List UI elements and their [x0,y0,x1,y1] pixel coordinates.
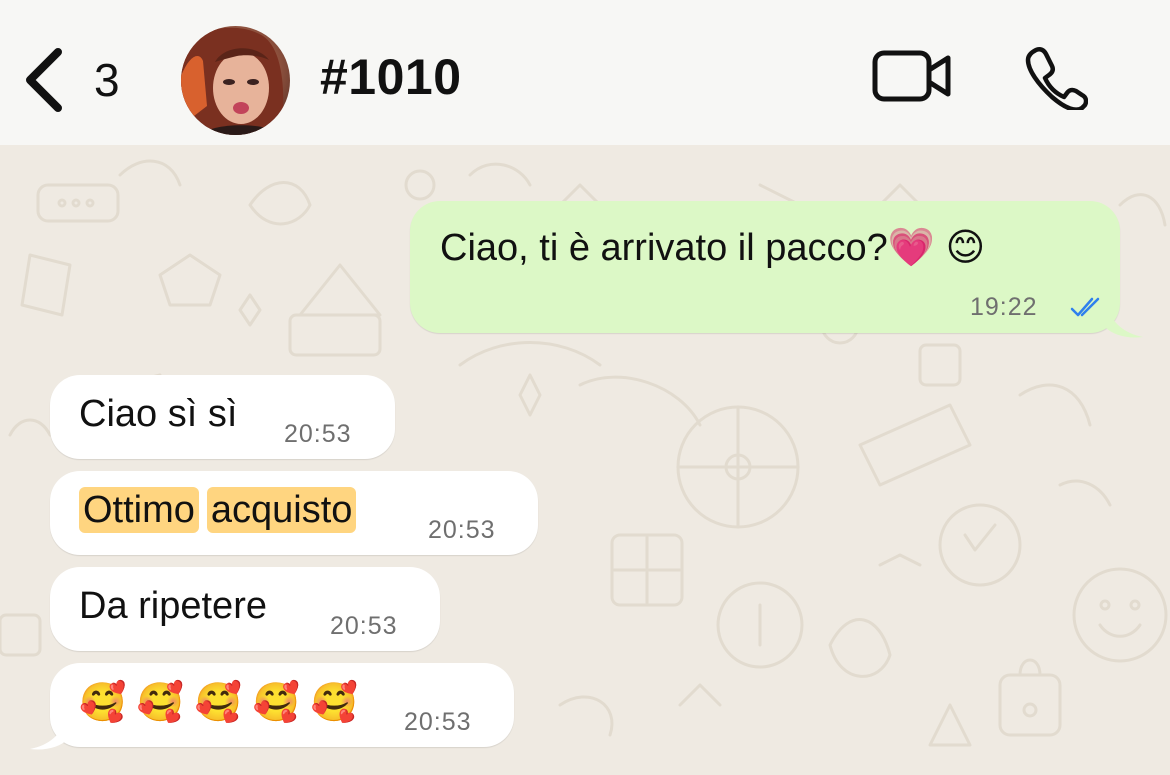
voice-call-button[interactable] [1022,44,1089,112]
video-camera-icon [870,50,954,108]
outgoing-bubble-tail [1105,305,1143,338]
message-time: 20:53 [428,516,496,544]
message-time: 20:53 [404,708,472,736]
incoming-message[interactable]: Da ripetere 20:53 [50,567,440,651]
chevron-left-icon [18,40,68,120]
message-time: 20:53 [284,420,352,448]
chat-header: 3 #1010 [0,0,1170,145]
incoming-bubble-tail [30,717,68,750]
phone-icon [1022,46,1089,114]
incoming-message[interactable]: 🥰 🥰 🥰 🥰 🥰 20:53 [50,663,514,747]
message-time: 19:22 [970,293,1038,321]
double-check-icon [1070,295,1104,319]
avatar[interactable] [181,26,290,135]
message-text: Ciao sì sì [79,393,238,435]
back-button[interactable]: 3 [18,40,138,120]
incoming-message[interactable]: Ciao sì sì 20:53 [50,375,395,459]
message-time: 20:53 [330,612,398,640]
highlighted-word: Ottimo [79,487,199,533]
message-text: 🥰 🥰 🥰 🥰 🥰 [79,682,358,724]
message-text: Ciao, ti è arrivato il pacco?💗 😊 [440,227,986,269]
chat-title[interactable]: #1010 [320,48,462,106]
highlighted-word: acquisto [206,487,357,533]
incoming-message[interactable]: Ottimo acquisto 20:53 [50,471,538,555]
video-call-button[interactable] [870,48,954,104]
chat-area[interactable]: Ciao, ti è arrivato il pacco?💗 😊 19:22 C… [0,145,1170,775]
message-text: Ottimo acquisto [79,487,357,533]
unread-count: 3 [94,54,120,106]
message-text: Da ripetere [79,585,267,627]
outgoing-message[interactable]: Ciao, ti è arrivato il pacco?💗 😊 19:22 [410,201,1120,333]
